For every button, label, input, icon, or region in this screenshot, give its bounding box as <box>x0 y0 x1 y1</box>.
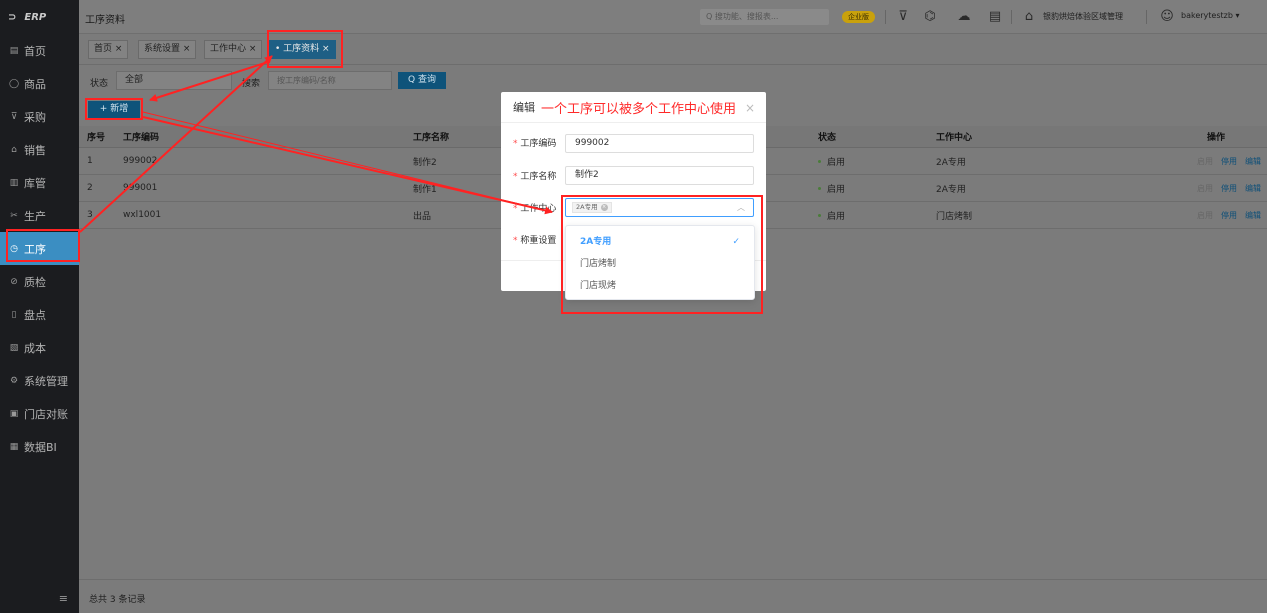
arrow-nav-to-tab <box>79 55 273 233</box>
arrow-tab-to-add <box>149 61 269 102</box>
arrow-add-to-dropdown <box>142 116 553 215</box>
annotation-arrows <box>79 55 553 233</box>
